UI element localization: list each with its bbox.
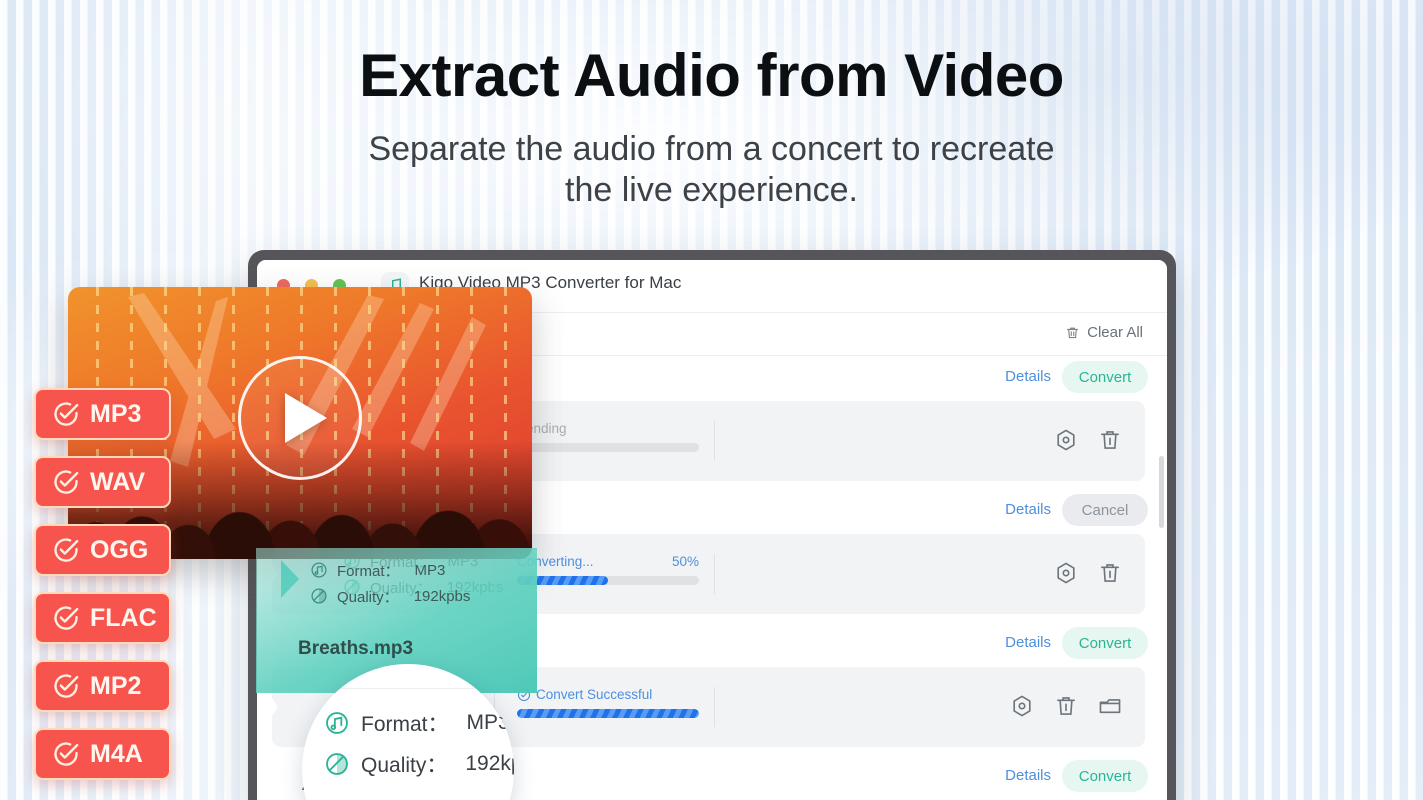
trash-icon	[1067, 327, 1079, 339]
details-link[interactable]: Details	[1005, 767, 1051, 784]
convert-button[interactable]: Convert	[1062, 760, 1148, 792]
page-title: Extract Audio from Video	[359, 42, 1064, 109]
check-circle-icon	[54, 742, 79, 766]
settings-hex-icon[interactable]	[1053, 560, 1079, 586]
format-badge-mp2[interactable]: MP2	[34, 660, 171, 712]
format-badge-list: MP3 WAV OGG FLAC MP2 M4A	[34, 388, 171, 796]
row-status: Converting... 50%	[517, 554, 699, 585]
convert-button[interactable]: Convert	[1062, 361, 1148, 393]
teal-format-value: MP3	[414, 561, 446, 579]
page-subtitle: Separate the audio from a concert to rec…	[0, 129, 1423, 212]
magnifier-format-line: Format： MP3	[324, 702, 514, 743]
row-divider-2	[714, 421, 715, 461]
format-badge-label: MP2	[90, 671, 142, 700]
magnifier-quality-line: Quality： 192kpb	[324, 743, 514, 784]
play-button[interactable]	[238, 355, 362, 480]
format-badge-m4a[interactable]: M4A	[34, 728, 171, 780]
format-badge-wav[interactable]: WAV	[34, 456, 171, 508]
progress-bar	[517, 709, 699, 718]
teal-format-label: Format：	[337, 562, 400, 580]
magnifier-meta: Format： MP3 Quality： 192kpb	[324, 702, 514, 784]
teal-quality-label: Quality：	[337, 588, 399, 606]
clear-all-label: Clear All	[1087, 324, 1143, 341]
teal-overlay-meta: Format： MP3 Quality： 192kpbs	[310, 557, 470, 609]
row-icon-buttons[interactable]	[1053, 560, 1123, 586]
format-badge-flac[interactable]: FLAC	[34, 592, 171, 644]
row-status: Pending	[517, 421, 699, 452]
magnifier-format-value: MP3	[466, 710, 510, 734]
magnifier-quality-value: 192kpb	[465, 751, 514, 775]
details-link[interactable]: Details	[1005, 501, 1051, 518]
magnifier-quality-label: Quality：	[361, 753, 448, 777]
status-text: Convert Successful	[536, 687, 653, 702]
details-link[interactable]: Details	[1005, 634, 1051, 651]
quality-half-circle-icon	[311, 588, 327, 604]
row-divider-2	[714, 687, 715, 727]
play-triangle-icon	[285, 392, 327, 443]
row-divider-2	[714, 554, 715, 594]
format-badge-label: FLAC	[90, 603, 157, 632]
teal-quality-value: 192kpbs	[413, 587, 471, 605]
subtitle-line-1: Separate the audio from a concert to rec…	[368, 130, 1055, 168]
format-badge-label: OGG	[90, 535, 149, 564]
row-status: Convert Successful	[517, 687, 699, 718]
settings-hex-icon[interactable]	[1053, 427, 1079, 453]
progress-bar	[517, 443, 699, 452]
music-note-icon	[326, 711, 348, 734]
format-badge-mp3[interactable]: MP3	[34, 388, 171, 440]
details-link[interactable]: Details	[1005, 368, 1051, 385]
subtitle-line-2: the live experience.	[565, 171, 858, 210]
teal-chevron-icon	[281, 560, 299, 598]
hero-section: Extract Audio from Video Separate the au…	[0, 0, 1423, 212]
teal-format-line: Format： MP3	[310, 557, 470, 583]
format-badge-label: WAV	[90, 467, 146, 496]
trash-icon[interactable]	[1097, 427, 1123, 453]
progress-bar	[517, 576, 699, 585]
check-circle-icon	[54, 538, 79, 562]
format-badge-label: M4A	[90, 739, 143, 768]
cancel-button[interactable]: Cancel	[1062, 494, 1148, 526]
check-circle-icon	[54, 402, 79, 426]
row-icon-buttons[interactable]	[1053, 427, 1123, 453]
convert-button[interactable]: Convert	[1062, 627, 1148, 659]
format-badge-ogg[interactable]: OGG	[34, 524, 171, 576]
magnifier-format-label: Format：	[361, 712, 449, 736]
row-icon-buttons[interactable]	[1009, 693, 1123, 719]
trash-icon[interactable]	[1097, 560, 1123, 586]
check-circle-icon	[54, 606, 79, 630]
quality-half-circle-icon	[326, 752, 348, 775]
folder-icon[interactable]	[1097, 693, 1123, 719]
format-badge-label: MP3	[90, 399, 142, 428]
music-note-icon	[311, 562, 327, 578]
magnifier-divider	[302, 688, 514, 689]
list-scrollbar[interactable]	[1159, 456, 1164, 528]
trash-icon[interactable]	[1053, 693, 1079, 719]
status-percent: 50%	[671, 554, 699, 569]
check-circle-icon	[54, 470, 79, 494]
clear-all-button[interactable]: Clear All	[1065, 324, 1143, 341]
teal-file-name: Breaths.mp3	[298, 638, 414, 659]
settings-hex-icon[interactable]	[1009, 693, 1035, 719]
teal-quality-line: Quality： 192kpbs	[310, 583, 470, 609]
check-circle-icon	[54, 674, 79, 698]
